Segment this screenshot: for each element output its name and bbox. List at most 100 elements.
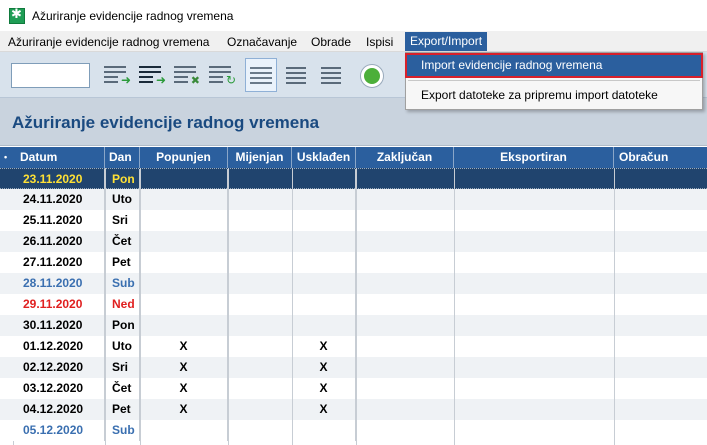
list-compact-icon[interactable] bbox=[286, 64, 312, 86]
cell-uskladen: X bbox=[292, 399, 356, 420]
cell-day: Pet bbox=[105, 252, 140, 273]
table-row[interactable]: 27.11.2020 Pet bbox=[0, 252, 707, 273]
cell-day: Ned bbox=[105, 294, 140, 315]
window-title: Ažuriranje evidencije radnog vremena bbox=[32, 8, 234, 23]
cell-day: Čet bbox=[105, 378, 140, 399]
cell-uskladen bbox=[292, 273, 356, 294]
cell-day: Sri bbox=[105, 357, 140, 378]
cell-date: 28.11.2020 bbox=[14, 273, 105, 294]
cell-popunjen bbox=[140, 169, 228, 190]
col-divider bbox=[614, 168, 615, 445]
cell-day: Uto bbox=[105, 189, 140, 210]
menu-export-import[interactable]: Export/Import bbox=[405, 32, 488, 51]
export-import-dropdown: Import evidencije radnog vremena Export … bbox=[405, 52, 703, 110]
cell-date: 30.11.2020 bbox=[14, 315, 105, 336]
cell-day: Uto bbox=[105, 336, 140, 357]
table-row[interactable]: 03.12.2020 Čet X X bbox=[0, 378, 707, 399]
cell-popunjen bbox=[140, 252, 228, 273]
menu-separator bbox=[408, 80, 700, 81]
table-row[interactable]: 24.11.2020 Uto bbox=[0, 189, 707, 210]
cell-popunjen bbox=[140, 420, 228, 441]
page-title: Ažuriranje evidencije radnog vremena bbox=[12, 113, 320, 132]
table-row[interactable]: 05.12.2020 Sub bbox=[0, 420, 707, 441]
menu-item-import-evidencije[interactable]: Import evidencije radnog vremena bbox=[405, 53, 703, 78]
cell-date: 24.11.2020 bbox=[14, 189, 105, 210]
table-row[interactable]: 25.11.2020 Sri bbox=[0, 210, 707, 231]
grid-header: • Datum Dan Popunjen Mijenjan Usklađen Z… bbox=[0, 147, 707, 168]
cell-popunjen: X bbox=[140, 336, 228, 357]
cell-date: 23.11.2020 bbox=[14, 169, 105, 190]
list-move-icon[interactable]: ➜ bbox=[139, 64, 166, 86]
table-row[interactable]: 28.11.2020 Sub bbox=[0, 273, 707, 294]
list-delete-icon[interactable]: ✖ bbox=[174, 64, 200, 86]
cell-date: 05.12.2020 bbox=[14, 420, 105, 441]
cell-popunjen: X bbox=[140, 357, 228, 378]
cell-popunjen bbox=[140, 315, 228, 336]
cell-day: Sri bbox=[105, 210, 140, 231]
cell-popunjen bbox=[140, 294, 228, 315]
col-popunjen[interactable]: Popunjen bbox=[140, 147, 228, 168]
cell-date: 02.12.2020 bbox=[14, 357, 105, 378]
cell-day: Sub bbox=[105, 420, 140, 441]
col-uskladen[interactable]: Usklađen bbox=[292, 147, 356, 168]
menu-ispisi[interactable]: Ispisi bbox=[366, 33, 393, 51]
col-obracun[interactable]: Obračun bbox=[614, 147, 707, 168]
cell-uskladen bbox=[292, 189, 356, 210]
cell-day: Pet bbox=[105, 399, 140, 420]
cell-popunjen: X bbox=[140, 399, 228, 420]
cell-day: Čet bbox=[105, 231, 140, 252]
menu-azuriranje[interactable]: Ažuriranje evidencije radnog vremena bbox=[8, 33, 209, 51]
list-add-icon[interactable]: ➜ bbox=[104, 64, 131, 86]
cell-uskladen: X bbox=[292, 357, 356, 378]
cell-date: 01.12.2020 bbox=[14, 336, 105, 357]
table-row[interactable]: 26.11.2020 Čet bbox=[0, 231, 707, 252]
data-grid: • Datum Dan Popunjen Mijenjan Usklađen Z… bbox=[0, 147, 707, 445]
col-datum[interactable]: Datum bbox=[14, 147, 105, 168]
table-row[interactable]: 30.11.2020 Pon bbox=[0, 315, 707, 336]
cell-uskladen bbox=[292, 420, 356, 441]
menu-item-export-datoteke[interactable]: Export datoteke za pripremu import datot… bbox=[406, 84, 702, 106]
list-plain-icon[interactable] bbox=[321, 64, 347, 86]
col-mijenjan[interactable]: Mijenjan bbox=[228, 147, 292, 168]
cell-date: 26.11.2020 bbox=[14, 231, 105, 252]
col-divider bbox=[454, 168, 455, 445]
col-divider bbox=[292, 168, 293, 445]
cell-popunjen bbox=[140, 231, 228, 252]
col-divider bbox=[228, 168, 229, 445]
cell-date: 03.12.2020 bbox=[14, 378, 105, 399]
col-eksportiran[interactable]: Eksportiran bbox=[454, 147, 614, 168]
cell-day: Pon bbox=[105, 169, 140, 190]
cell-uskladen: X bbox=[292, 378, 356, 399]
cell-popunjen bbox=[140, 210, 228, 231]
cell-uskladen bbox=[292, 231, 356, 252]
title-bar: Ažuriranje evidencije radnog vremena bbox=[0, 0, 707, 31]
search-input[interactable] bbox=[11, 63, 90, 88]
cell-popunjen: X bbox=[140, 378, 228, 399]
row-indicator-header: • bbox=[4, 152, 8, 162]
cell-uskladen: X bbox=[292, 336, 356, 357]
table-row[interactable]: 23.11.2020 Pon bbox=[0, 168, 707, 190]
cell-date: 25.11.2020 bbox=[14, 210, 105, 231]
cell-date: 27.11.2020 bbox=[14, 252, 105, 273]
menu-bar: Ažuriranje evidencije radnog vremena Ozn… bbox=[0, 31, 707, 52]
cell-day: Sub bbox=[105, 273, 140, 294]
list-refresh-icon[interactable]: ↻ bbox=[209, 64, 236, 86]
table-row[interactable]: 04.12.2020 Pet X X bbox=[0, 399, 707, 420]
menu-oznacavanje[interactable]: Označavanje bbox=[227, 33, 297, 51]
table-row[interactable]: 29.11.2020 Ned bbox=[0, 294, 707, 315]
status-circle-icon[interactable] bbox=[361, 65, 383, 87]
list-view-icon[interactable] bbox=[245, 58, 277, 92]
cell-uskladen bbox=[292, 210, 356, 231]
cell-date: 29.11.2020 bbox=[14, 294, 105, 315]
cell-popunjen bbox=[140, 189, 228, 210]
col-divider bbox=[105, 168, 106, 445]
col-dan[interactable]: Dan bbox=[105, 147, 140, 168]
cell-day: Pon bbox=[105, 315, 140, 336]
col-zakljucan[interactable]: Zaključan bbox=[356, 147, 454, 168]
table-row[interactable]: 02.12.2020 Sri X X bbox=[0, 357, 707, 378]
table-row[interactable]: 01.12.2020 Uto X X bbox=[0, 336, 707, 357]
cell-uskladen bbox=[292, 315, 356, 336]
menu-obrade[interactable]: Obrade bbox=[311, 33, 351, 51]
cell-popunjen bbox=[140, 273, 228, 294]
cell-uskladen bbox=[292, 169, 356, 190]
